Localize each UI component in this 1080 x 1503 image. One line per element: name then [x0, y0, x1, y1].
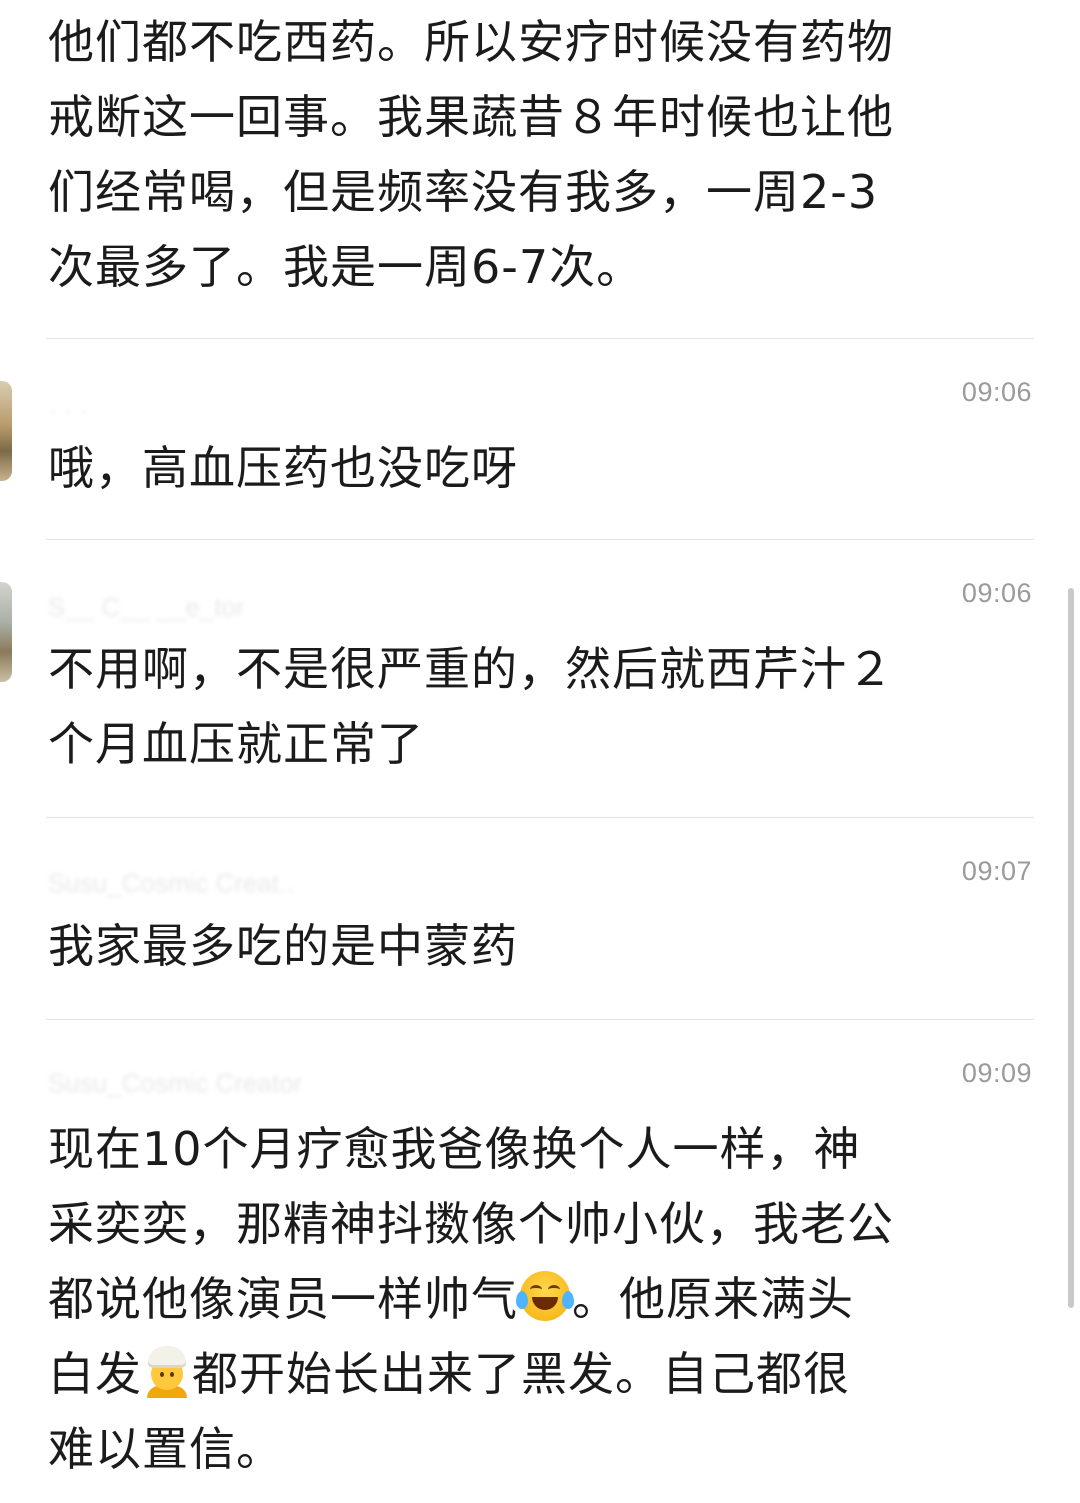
comment-text: 现在10个月疗愈我爸像换个人一样，神 采奕奕，那精神抖擞像个帅小伙，我老公 都说…	[48, 1112, 1038, 1487]
sender-name[interactable]: Susu_Cosmic Creator	[48, 1068, 302, 1099]
timestamp: 09:07	[961, 856, 1032, 886]
sender-name[interactable]: S__ C__ __e_tor	[48, 592, 245, 623]
comment-line: 个月血压就正常了	[48, 717, 424, 771]
timestamp: 09:06	[961, 377, 1032, 407]
older-person-icon	[144, 1346, 190, 1398]
divider	[46, 817, 1034, 818]
comment-line: 们经常喝，但是频率没有我多，一周2-3	[48, 165, 879, 219]
comment-line: 次最多了。我是一周6-7次。	[48, 240, 644, 294]
comment-line: 都说他像演员一样帅气	[48, 1272, 518, 1326]
divider	[46, 338, 1034, 339]
comment-line: 难以置信。	[48, 1422, 283, 1476]
sender-name[interactable]: · · ·	[48, 395, 88, 426]
comment-line: 哦，高血压药也没吃呀	[48, 441, 518, 495]
comment-line: 他们都不吃西药。所以安疗时候没有药物	[48, 15, 894, 69]
comment-text: 我家最多吃的是中蒙药	[48, 909, 1038, 984]
comment-line: 。他原来满头	[572, 1272, 854, 1326]
comment-text: 他们都不吃西药。所以安疗时候没有药物 戒断这一回事。我果蔬昔８年时候也让他 们经…	[48, 5, 1038, 305]
comment-line: 戒断这一回事。我果蔬昔８年时候也让他	[48, 90, 894, 144]
comment-text: 哦，高血压药也没吃呀	[48, 431, 1038, 506]
avatar[interactable]	[0, 582, 12, 682]
comment-line: 现在10个月疗愈我爸像换个人一样，神	[48, 1122, 861, 1176]
face-with-tears-of-joy-icon	[516, 1271, 574, 1321]
divider	[46, 539, 1034, 540]
comment-line: 采奕奕，那精神抖擞像个帅小伙，我老公	[48, 1197, 894, 1251]
comment-line: 我家最多吃的是中蒙药	[48, 919, 518, 973]
timestamp: 09:09	[961, 1058, 1032, 1088]
timestamp: 09:06	[961, 578, 1032, 608]
scrollbar[interactable]	[1068, 588, 1074, 1308]
comment-line: 白发	[48, 1347, 142, 1401]
comment-line: 都开始长出来了黑发。自己都很	[192, 1347, 850, 1401]
sender-name[interactable]: Susu_Cosmic Creat..	[48, 868, 294, 899]
comment-line: 不用啊，不是很严重的，然后就西芹汁２	[48, 642, 894, 696]
divider	[46, 1019, 1034, 1020]
avatar[interactable]	[0, 381, 12, 481]
comment-thread: 他们都不吃西药。所以安疗时候没有药物 戒断这一回事。我果蔬昔８年时候也让他 们经…	[0, 0, 1080, 1503]
comment-text: 不用啊，不是很严重的，然后就西芹汁２ 个月血压就正常了	[48, 632, 1038, 782]
